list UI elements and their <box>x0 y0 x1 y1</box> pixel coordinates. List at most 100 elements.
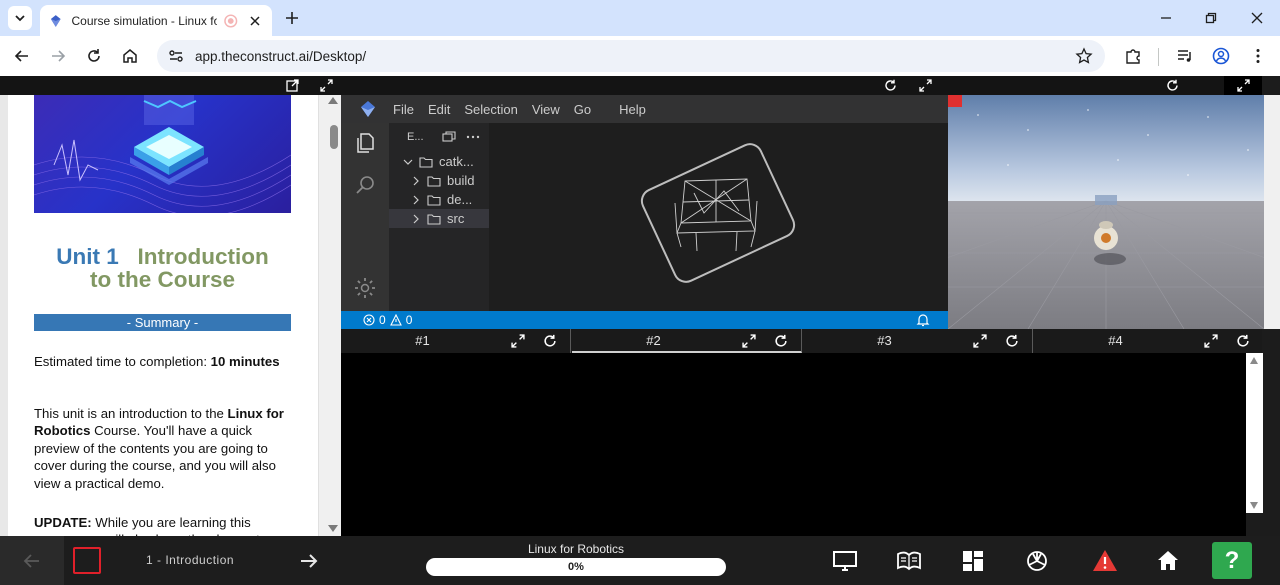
collapse-folders-icon[interactable] <box>441 131 456 143</box>
minimize-button[interactable] <box>1156 8 1176 28</box>
expand-icon[interactable] <box>511 334 525 348</box>
profile-button[interactable] <box>1209 44 1233 68</box>
ide-expand-button[interactable] <box>918 78 933 93</box>
intro-paragraph: This unit is an introduction to the Linu… <box>34 406 284 491</box>
editor-empty-area[interactable] <box>489 123 948 311</box>
chevron-right-icon <box>413 195 419 204</box>
tree-folder-devel[interactable]: de... <box>389 190 489 209</box>
site-info-icon[interactable] <box>167 47 185 65</box>
home-icon[interactable] <box>1155 548 1181 574</box>
notification-bell-icon[interactable] <box>916 313 930 327</box>
folder-icon <box>427 194 441 206</box>
simulation-scene <box>948 95 1264 329</box>
terminal-tab-1[interactable]: #1 <box>341 329 571 353</box>
reload-button[interactable] <box>82 44 106 68</box>
restore-icon <box>1205 12 1217 24</box>
bookmark-star-icon[interactable] <box>1075 47 1093 65</box>
tree-folder-src[interactable]: src <box>389 209 489 228</box>
arrow-left-icon <box>23 553 39 568</box>
reload-icon[interactable] <box>1236 334 1250 348</box>
help-button[interactable]: ? <box>1212 542 1252 579</box>
terminal-scrollbar[interactable] <box>1246 353 1263 513</box>
explorer-files-icon[interactable] <box>353 131 377 155</box>
ide-reload-button[interactable] <box>883 78 898 93</box>
folder-icon <box>419 156 433 168</box>
media-controls-button[interactable] <box>1173 44 1197 68</box>
tab-title: Course simulation - Linux fo <box>71 13 218 28</box>
expand-icon[interactable] <box>1204 334 1218 348</box>
next-unit-arrow-icon[interactable] <box>298 550 320 572</box>
browser-menu-button[interactable] <box>1246 44 1270 68</box>
notebook-expand-button[interactable] <box>319 78 334 93</box>
new-tab-button[interactable] <box>282 8 302 28</box>
unit-title: Unit 1 Introduction to the Course <box>34 245 291 291</box>
unit-title-line2: to the Course <box>89 267 235 292</box>
home-icon <box>123 49 137 63</box>
back-button[interactable] <box>10 44 34 68</box>
close-window-button[interactable] <box>1247 8 1267 28</box>
menu-edit[interactable]: Edit <box>428 102 450 117</box>
restore-button[interactable] <box>1201 8 1221 28</box>
menu-file[interactable]: File <box>393 102 414 117</box>
open-external-button[interactable] <box>285 78 300 93</box>
address-bar[interactable]: app.theconstruct.ai/Desktop/ <box>157 40 1105 72</box>
dashboard-layout-icon[interactable] <box>960 548 986 574</box>
toolbar-separator <box>1158 48 1159 66</box>
chevron-down-icon <box>15 15 25 22</box>
menu-view[interactable]: View <box>532 102 560 117</box>
error-circle-icon[interactable] <box>363 314 375 326</box>
terminal-tab-4[interactable]: #4 <box>1034 329 1264 353</box>
tab-close-button[interactable] <box>247 12 264 30</box>
code-editor-panel[interactable]: File Edit Selection View Go Help E... ca… <box>341 95 948 329</box>
warning-triangle-icon[interactable] <box>389 314 402 326</box>
right-scrollbar-track <box>1264 95 1280 329</box>
warning-alert-icon[interactable] <box>1092 548 1118 574</box>
menu-help[interactable]: Help <box>619 102 646 117</box>
search-icon[interactable] <box>353 173 377 197</box>
home-button[interactable] <box>118 44 142 68</box>
current-unit-label[interactable]: 1 - Introduction <box>146 553 234 567</box>
forward-button[interactable] <box>46 44 70 68</box>
open-book-icon[interactable] <box>896 548 922 574</box>
minimize-icon <box>1161 17 1171 19</box>
error-count: 0 <box>379 313 386 327</box>
menu-selection[interactable]: Selection <box>464 102 517 117</box>
scroll-down-arrow-icon[interactable] <box>328 525 338 532</box>
expand-icon[interactable] <box>742 334 756 348</box>
reload-icon[interactable] <box>774 334 788 348</box>
open-external-icon <box>286 79 299 92</box>
notebook-panel[interactable]: Unit 1 Introduction to the Course - Summ… <box>0 95 341 547</box>
activity-bar <box>341 123 389 311</box>
settings-gear-icon[interactable] <box>353 276 377 300</box>
more-horizontal-icon[interactable] <box>466 135 480 139</box>
desktop-monitor-icon[interactable] <box>832 548 858 574</box>
scrollbar-thumb[interactable] <box>330 125 338 149</box>
scroll-up-arrow-icon[interactable] <box>328 97 338 104</box>
terminal-tab-2[interactable]: #2 <box>572 329 802 353</box>
terminal-tab-3[interactable]: #3 <box>803 329 1033 353</box>
reload-icon[interactable] <box>543 334 557 348</box>
arrow-left-icon <box>14 50 28 62</box>
gazebo-simulation-view[interactable] <box>948 95 1264 329</box>
tree-folder-root[interactable]: catk... <box>389 152 489 171</box>
extensions-button[interactable] <box>1121 44 1145 68</box>
terminal-screen[interactable] <box>341 353 1246 536</box>
menu-go[interactable]: Go <box>574 102 591 117</box>
url-text: app.theconstruct.ai/Desktop/ <box>195 48 367 64</box>
browser-tab-active[interactable]: Course simulation - Linux fo <box>40 5 272 36</box>
scroll-up-arrow-icon[interactable] <box>1250 357 1258 364</box>
simulation-expand-button[interactable] <box>1224 76 1262 95</box>
course-name: Linux for Robotics <box>527 542 625 556</box>
file-explorer: E... catk... build de... src <box>389 123 489 311</box>
previous-unit-button[interactable] <box>0 536 64 585</box>
expand-icon[interactable] <box>973 334 987 348</box>
stop-simulation-button[interactable] <box>73 547 101 574</box>
tab-search-button[interactable] <box>8 6 32 30</box>
scroll-down-arrow-icon[interactable] <box>1250 502 1258 509</box>
reload-icon[interactable] <box>1005 334 1019 348</box>
simulation-reload-button[interactable] <box>1165 78 1180 93</box>
tree-folder-build[interactable]: build <box>389 171 489 190</box>
ai-assistant-icon[interactable] <box>1024 548 1050 574</box>
course-workspace: Unit 1 Introduction to the Course - Summ… <box>0 76 1280 585</box>
notebook-scrollbar[interactable] <box>318 95 341 536</box>
